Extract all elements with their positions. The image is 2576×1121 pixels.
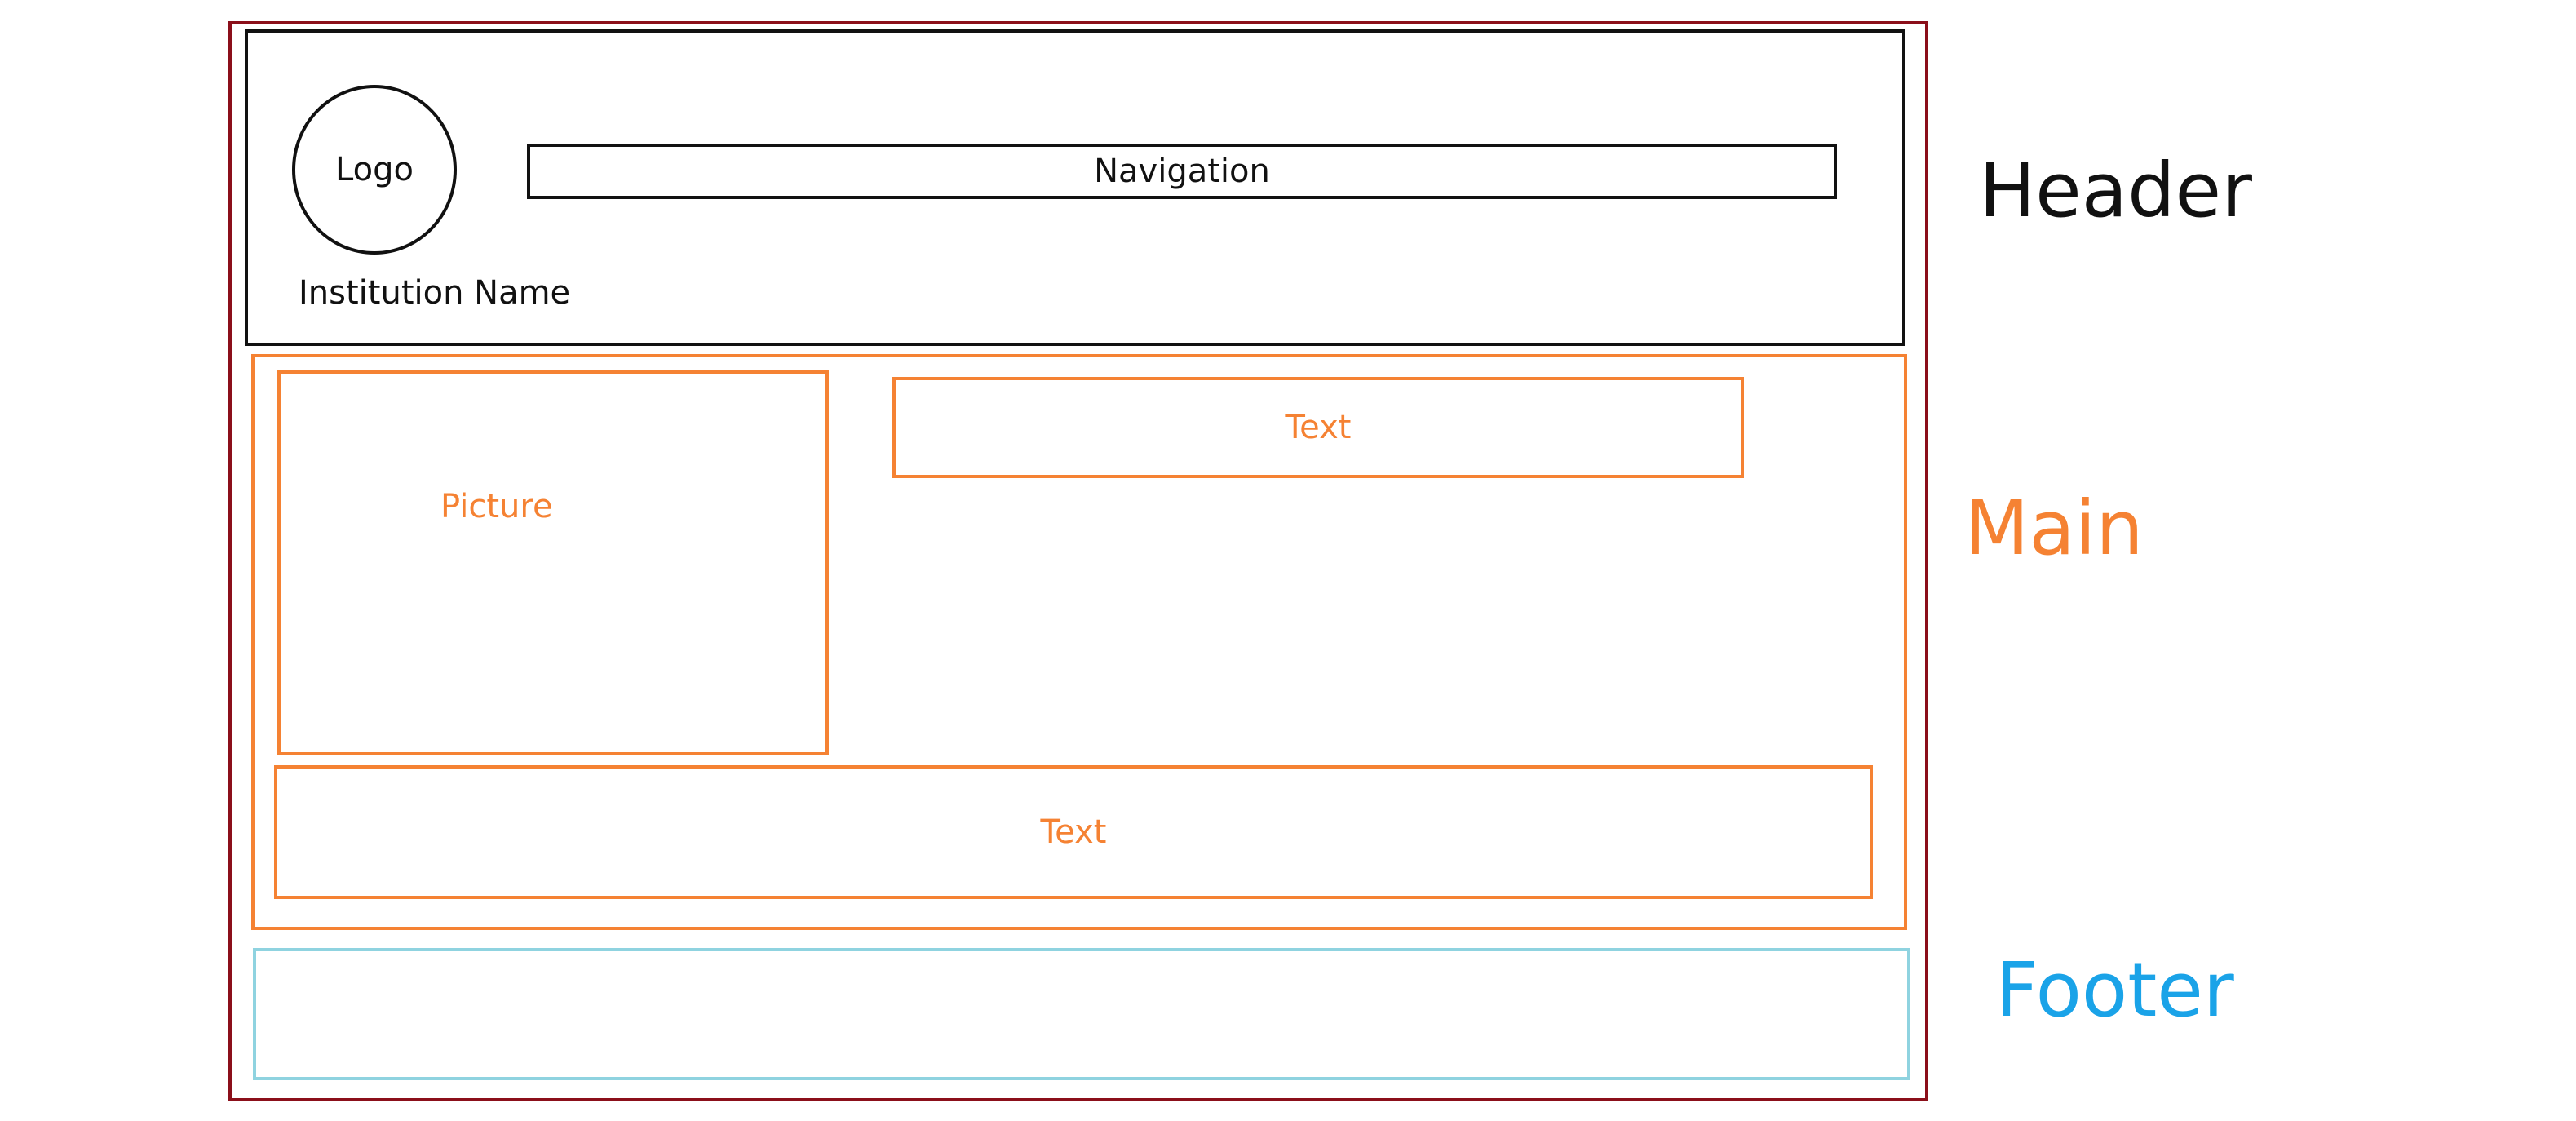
- picture-label: Picture: [440, 488, 553, 525]
- logo-label: Logo: [335, 151, 414, 188]
- text-block-bottom: Text: [274, 765, 1873, 899]
- logo-placeholder: Logo: [292, 85, 457, 255]
- footer-section: [253, 948, 1910, 1080]
- header-region-label: Header: [1979, 147, 2252, 234]
- text-block-bottom-label: Text: [1040, 813, 1107, 851]
- navigation-label: Navigation: [1094, 153, 1270, 190]
- main-region-label: Main: [1964, 485, 2144, 572]
- text-block-top-label: Text: [1285, 409, 1352, 446]
- institution-name: Institution Name: [299, 274, 571, 312]
- navigation-bar: Navigation: [527, 144, 1837, 199]
- footer-region-label: Footer: [1995, 946, 2234, 1034]
- text-block-top: Text: [892, 377, 1744, 478]
- picture-placeholder: Picture: [277, 370, 829, 755]
